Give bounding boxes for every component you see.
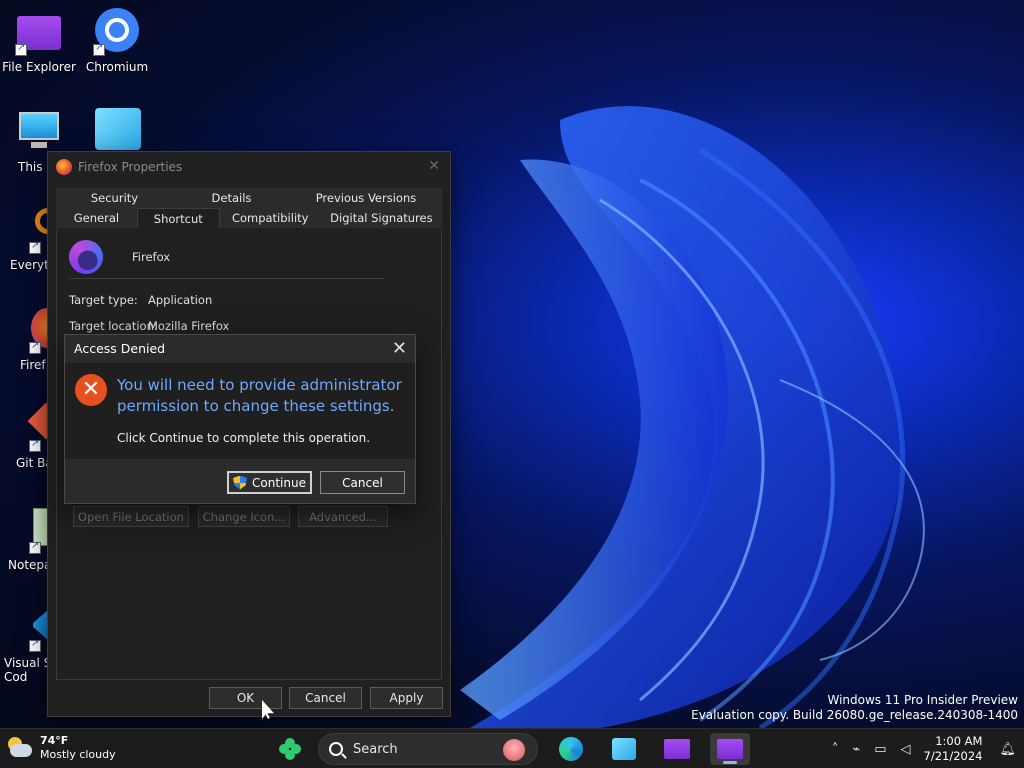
edge-icon <box>559 737 583 761</box>
monitor-icon <box>15 108 63 156</box>
app-name: Firefox <box>132 250 171 264</box>
shortcut-arrow-icon <box>29 240 41 254</box>
target-location-label: Target location: <box>69 319 158 333</box>
shortcut-arrow-icon <box>29 540 41 554</box>
evaluation-watermark: Windows 11 Pro Insider Preview Evaluatio… <box>691 693 1018 723</box>
shortcut-arrow-icon <box>93 42 105 56</box>
clock[interactable]: 1:00 AM 7/21/2024 <box>924 734 983 764</box>
continue-label: Continue <box>252 475 306 490</box>
search-highlight-icon <box>503 739 525 761</box>
network-icon[interactable]: ⌁ <box>852 742 860 757</box>
shortcut-arrow-icon <box>15 42 27 56</box>
tab-row-back: Security Details Previous Versions <box>56 188 442 208</box>
tab-details[interactable]: Details <box>172 188 290 208</box>
taskbar-file-explorer-active[interactable] <box>710 733 750 765</box>
folder-icon <box>717 739 743 759</box>
volume-muted-icon[interactable]: ◁ <box>901 742 911 757</box>
advanced-button[interactable]: Advanced... <box>298 506 388 527</box>
cancel-button[interactable]: Cancel <box>320 471 405 494</box>
apply-button[interactable]: Apply <box>370 687 443 709</box>
tab-general[interactable]: General <box>56 208 137 228</box>
uac-shield-icon <box>233 475 248 490</box>
tab-row-front: General Shortcut Compatibility Digital S… <box>56 208 442 228</box>
access-denied-dialog: Access Denied ✕ ✕ You will need to provi… <box>64 334 416 504</box>
folder-icon <box>664 739 690 759</box>
target-location-value: Mozilla Firefox <box>148 319 230 333</box>
search-label: Search <box>353 741 398 757</box>
taskbar-edge[interactable] <box>551 733 591 765</box>
watermark-line-2: Evaluation copy. Build 26080.ge_release.… <box>691 708 1018 722</box>
tab-strip: Security Details Previous Versions Gener… <box>56 188 442 228</box>
dialog-title: Access Denied <box>74 341 166 356</box>
tab-digital-signatures[interactable]: Digital Signatures <box>320 208 442 228</box>
chromium-icon <box>93 8 141 56</box>
system-tray: ˄ ⌁ ▭ ◁ 1:00 AM 7/21/2024 🔔︎ <box>825 729 1024 768</box>
tab-security[interactable]: Security <box>56 188 173 208</box>
window-titlebar[interactable]: Firefox Properties <box>48 152 450 182</box>
desktop-icon-label: File Explorer <box>2 60 76 74</box>
shortcut-arrow-icon <box>29 638 41 652</box>
close-icon[interactable]: ✕ <box>428 158 440 174</box>
watermark-line-1: Windows 11 Pro Insider Preview <box>827 693 1018 707</box>
dialog-instruction: Click Continue to complete this operatio… <box>117 431 371 445</box>
folder-icon <box>15 8 63 56</box>
start-icon <box>279 738 301 760</box>
taskbar-file-explorer[interactable] <box>657 733 697 765</box>
continue-button[interactable]: Continue <box>227 471 312 494</box>
display-icon[interactable]: ▭ <box>874 742 886 757</box>
shortcut-arrow-icon <box>29 438 41 452</box>
weather-temperature: 74°F <box>40 734 69 747</box>
clock-time: 1:00 AM <box>935 734 983 748</box>
ok-button[interactable]: OK <box>209 687 282 709</box>
desktop-icon-chromium[interactable]: Chromium <box>78 8 156 74</box>
app-window-icon <box>93 104 141 152</box>
search-icon <box>329 742 343 756</box>
shortcut-arrow-icon <box>29 340 41 354</box>
search-box[interactable]: Search <box>318 733 538 765</box>
target-type-value: Application <box>148 293 213 307</box>
desktop-icon-file-explorer[interactable]: File Explorer <box>0 8 78 74</box>
chevron-up-icon[interactable]: ˄ <box>832 742 839 757</box>
desktop-icon-label: Chromium <box>85 60 149 74</box>
partly-cloudy-icon <box>6 737 32 759</box>
tab-shortcut[interactable]: Shortcut <box>136 208 220 228</box>
firefox-icon <box>56 159 72 175</box>
open-file-location-button[interactable]: Open File Location <box>73 506 189 527</box>
target-type-label: Target type: <box>69 293 138 307</box>
close-icon[interactable]: ✕ <box>392 338 407 359</box>
app-window-icon <box>612 738 636 760</box>
error-icon: ✕ <box>75 374 107 406</box>
weather-description: Mostly cloudy <box>40 748 116 761</box>
taskbar: 74°F Mostly cloudy Search ˄ ⌁ ▭ ◁ 1:00 A… <box>0 728 1024 768</box>
notification-bell-icon[interactable]: 🔔︎ <box>999 742 1016 757</box>
tab-compatibility[interactable]: Compatibility <box>219 208 321 228</box>
tab-previous-versions[interactable]: Previous Versions <box>289 188 442 208</box>
change-icon-button[interactable]: Change Icon... <box>198 506 290 527</box>
start-button[interactable] <box>270 733 310 765</box>
weather-widget[interactable]: 74°F Mostly cloudy <box>6 734 116 762</box>
clock-date: 7/21/2024 <box>923 749 983 763</box>
desktop-icon-app[interactable] <box>78 104 156 156</box>
divider <box>69 278 385 279</box>
cancel-button[interactable]: Cancel <box>289 687 362 709</box>
dialog-body: ✕ You will need to provide administrator… <box>65 363 415 459</box>
firefox-app-icon <box>69 240 103 274</box>
window-title: Firefox Properties <box>78 160 183 174</box>
dialog-message: You will need to provide administrator p… <box>117 376 402 415</box>
taskbar-app[interactable] <box>604 733 644 765</box>
